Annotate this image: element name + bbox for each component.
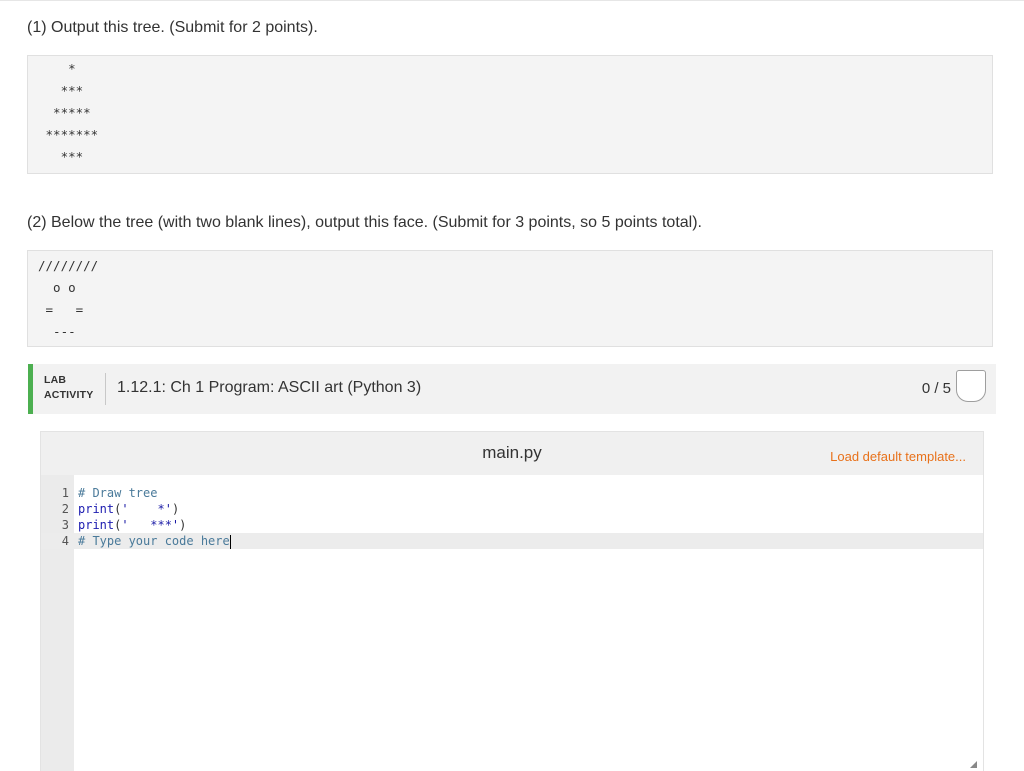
code-string: ' ***': [121, 518, 180, 532]
lab-header-divider: [105, 373, 106, 405]
code-line[interactable]: 3 print(' ***'): [41, 517, 983, 533]
line-content: print(' ***'): [78, 517, 186, 533]
code-string: ' *': [121, 502, 172, 516]
load-default-template-link[interactable]: Load default template...: [830, 449, 966, 464]
resize-handle-icon[interactable]: [970, 761, 977, 768]
lab-activity-tag: LAB ACTIVITY: [44, 373, 93, 403]
line-number: 4: [61, 534, 69, 548]
text-cursor: [229, 534, 231, 549]
score-badge-icon: [956, 370, 986, 402]
line-number: 1: [61, 486, 69, 500]
code-line-active[interactable]: 4 # Type your code here: [41, 533, 983, 549]
lab-tag-line: ACTIVITY: [44, 389, 94, 401]
lab-tag-line: LAB: [44, 374, 67, 386]
tree-output-block: * *** ***** ******* ***: [27, 55, 993, 174]
face-line: ---: [38, 324, 76, 339]
face-line: = =: [38, 302, 84, 317]
code-editor: main.py Load default template... 1 # Dra…: [40, 431, 984, 771]
line-content: # Type your code here: [78, 533, 231, 549]
page: (1) Output this tree. (Submit for 2 poin…: [0, 0, 1024, 771]
code-function: print: [78, 502, 115, 516]
code-function: print: [78, 518, 115, 532]
line-content: # Draw tree: [78, 485, 157, 501]
editor-toolbar: main.py Load default template...: [41, 432, 983, 475]
tree-line: ***: [38, 149, 84, 164]
lab-activity-header: LAB ACTIVITY 1.12.1: Ch 1 Program: ASCII…: [28, 364, 996, 414]
line-content: print(' *'): [78, 501, 179, 517]
instruction-step-2: (2) Below the tree (with two blank lines…: [27, 214, 702, 231]
tree-line: *: [38, 61, 76, 76]
instruction-step-1: (1) Output this tree. (Submit for 2 poin…: [27, 19, 318, 36]
code-paren: ): [179, 518, 187, 532]
tree-line: ***: [38, 83, 84, 98]
code-paren: ): [171, 502, 180, 516]
tree-line: *******: [38, 127, 99, 142]
lab-score: 0 / 5: [921, 380, 951, 397]
lab-title: 1.12.1: Ch 1 Program: ASCII art (Python …: [117, 379, 422, 396]
code-line[interactable]: 1 # Draw tree: [41, 485, 983, 501]
code-comment: # Draw tree: [78, 486, 158, 500]
face-line: o o: [38, 280, 76, 295]
tree-line: *****: [38, 105, 91, 120]
line-number: 2: [61, 502, 69, 516]
face-output-block: //////// o o = = ---: [27, 250, 993, 347]
code-line[interactable]: 2 print(' *'): [41, 501, 983, 517]
code-comment: # Type your code here: [78, 534, 230, 548]
line-number: 3: [61, 518, 69, 532]
face-line: ////////: [38, 258, 99, 273]
